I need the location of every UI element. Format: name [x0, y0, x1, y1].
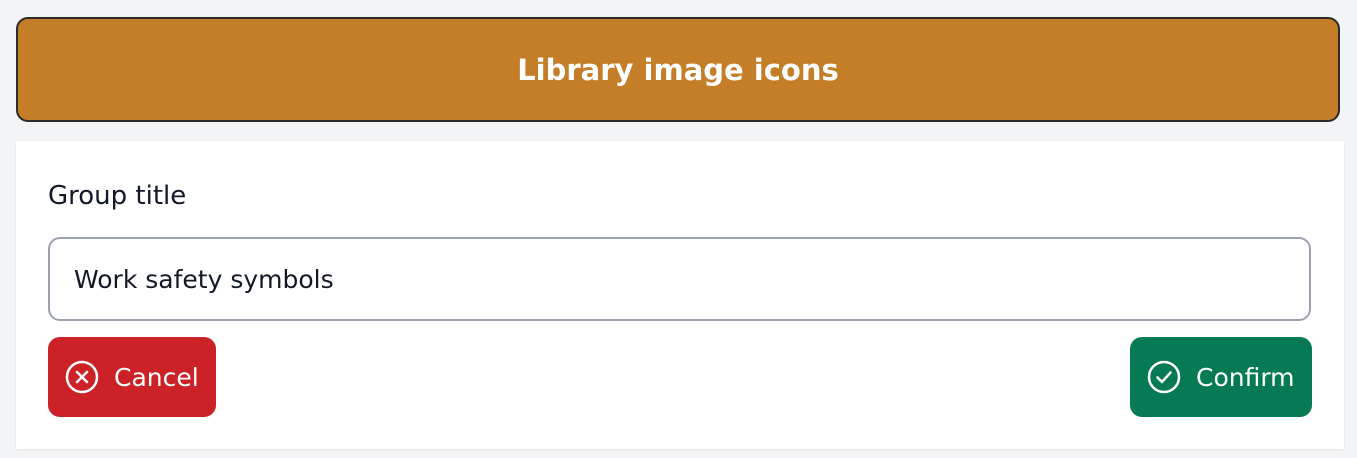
cancel-label: Cancel: [114, 362, 199, 392]
circle-check-icon: [1146, 359, 1182, 395]
edit-panel: Group title Cancel Confirm: [16, 141, 1344, 449]
dialog-header: Library image icons: [16, 17, 1340, 122]
group-title-input[interactable]: [48, 237, 1311, 321]
confirm-button[interactable]: Confirm: [1130, 337, 1312, 417]
cancel-button[interactable]: Cancel: [48, 337, 216, 417]
group-title-label: Group title: [48, 181, 187, 211]
dialog-title: Library image icons: [517, 52, 839, 87]
confirm-label: Confirm: [1196, 362, 1295, 392]
circle-x-icon: [64, 359, 100, 395]
